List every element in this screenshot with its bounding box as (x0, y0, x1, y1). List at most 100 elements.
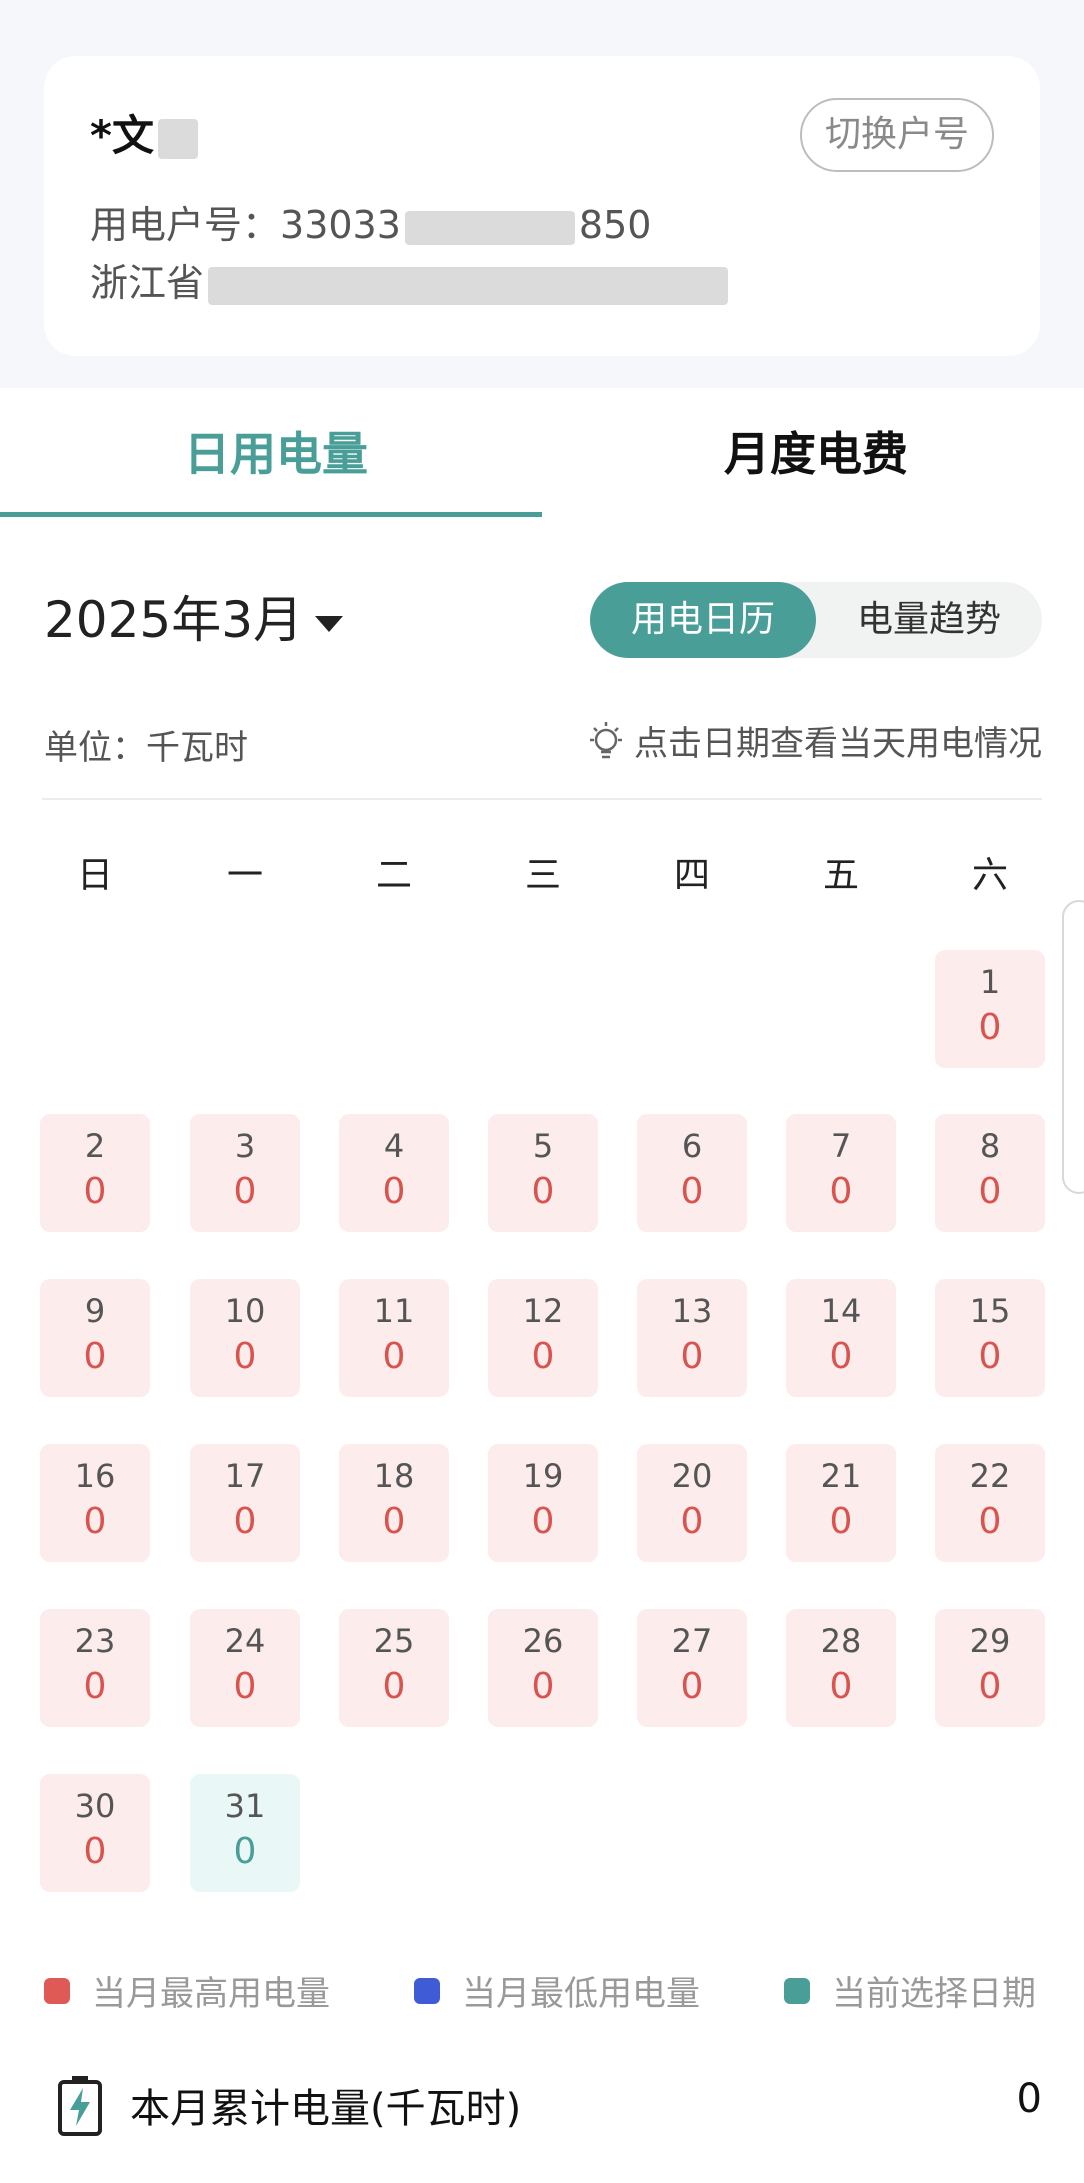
day-usage-value: 0 (829, 1171, 853, 1212)
legend-min-swatch (414, 1977, 440, 2004)
weekday-label: 四 (673, 855, 710, 896)
calendar-day[interactable]: 90 (40, 1279, 150, 1397)
battery-charging-icon (58, 2076, 102, 2136)
day-usage-value: 0 (382, 1501, 406, 1542)
legend-min: 当月最低用电量 (414, 1966, 700, 2015)
day-number: 17 (224, 1457, 266, 1495)
toggle-calendar[interactable]: 用电日历 (590, 582, 816, 658)
day-usage-value: 0 (531, 1171, 555, 1212)
calendar-day[interactable]: 80 (935, 1114, 1045, 1232)
day-number: 8 (979, 1127, 1001, 1165)
day-usage-value: 0 (978, 1171, 1002, 1212)
calendar-day[interactable]: 26 0 (488, 1609, 598, 1727)
legend-selected-label: 当前选择日期 (832, 1974, 1036, 2014)
calendar-day[interactable]: 50 (488, 1114, 598, 1232)
side-drawer-handle[interactable] (1062, 900, 1084, 1194)
calendar-day[interactable]: 17 0 (190, 1444, 300, 1562)
day-number: 4 (383, 1127, 405, 1165)
calendar-day[interactable]: 24 0 (190, 1609, 300, 1727)
weekday-label: 日 (76, 855, 113, 896)
calendar-day[interactable]: 31 0 (190, 1774, 300, 1892)
monthly-total-row: 本月累计电量(千瓦时) 0 (0, 2066, 1084, 2146)
calendar-day[interactable]: 21 0 (786, 1444, 896, 1562)
calendar-day[interactable]: 13 0 (637, 1279, 747, 1397)
legend-max-swatch (44, 1977, 70, 2004)
day-number: 9 (84, 1292, 106, 1330)
day-usage-value: 0 (680, 1666, 704, 1707)
account-name: *文 (90, 102, 198, 163)
day-usage-value: 0 (382, 1336, 406, 1377)
legend-min-label: 当月最低用电量 (462, 1974, 700, 2014)
day-number: 21 (820, 1457, 862, 1495)
tab-daily-usage[interactable]: 日用电量 (184, 418, 368, 484)
tab-monthly-bill[interactable]: 月度电费 (724, 418, 908, 484)
day-usage-value: 0 (83, 1336, 107, 1377)
day-number: 10 (224, 1292, 266, 1330)
toggle-trend[interactable]: 电量趋势 (816, 582, 1042, 658)
calendar-day[interactable]: 25 0 (339, 1609, 449, 1727)
month-selector[interactable]: 2025年3月 (44, 580, 344, 652)
calendar-day[interactable]: 15 0 (935, 1279, 1045, 1397)
day-number: 30 (74, 1787, 116, 1825)
tab-bar: 日用电量 月度电费 (0, 388, 1084, 520)
day-usage-value: 0 (233, 1336, 257, 1377)
day-usage-value: 0 (680, 1171, 704, 1212)
day-number: 1 (979, 963, 1001, 1001)
calendar-day[interactable]: 28 0 (786, 1609, 896, 1727)
hint-text: 点击日期查看当天用电情况 (634, 724, 1042, 764)
calendar-day[interactable]: 27 0 (637, 1609, 747, 1727)
calendar-day[interactable]: 19 0 (488, 1444, 598, 1562)
day-usage-value: 0 (531, 1501, 555, 1542)
day-usage-value: 0 (978, 1336, 1002, 1377)
day-usage-value: 0 (233, 1831, 257, 1872)
active-tab-indicator (0, 512, 542, 517)
day-usage-value: 0 (978, 1501, 1002, 1542)
day-number: 14 (820, 1292, 862, 1330)
day-number: 29 (969, 1622, 1011, 1660)
day-usage-value: 0 (233, 1666, 257, 1707)
lightbulb-icon (590, 721, 622, 758)
total-label: 本月累计电量(千瓦时) (130, 2086, 522, 2132)
day-usage-value: 0 (829, 1501, 853, 1542)
day-number: 15 (969, 1292, 1011, 1330)
calendar-day[interactable]: 70 (786, 1114, 896, 1232)
calendar-day[interactable]: 16 0 (40, 1444, 150, 1562)
day-usage-value: 0 (978, 1666, 1002, 1707)
day-number: 6 (681, 1127, 703, 1165)
calendar-day[interactable]: 12 0 (488, 1279, 598, 1397)
day-number: 31 (224, 1787, 266, 1825)
day-number: 19 (522, 1457, 564, 1495)
calendar-day[interactable]: 14 0 (786, 1279, 896, 1397)
day-number: 5 (532, 1127, 554, 1165)
calendar-day[interactable]: 22 0 (935, 1444, 1045, 1562)
caret-down-icon (315, 615, 344, 632)
day-number: 23 (74, 1622, 116, 1660)
calendar-day[interactable]: 29 0 (935, 1609, 1045, 1727)
calendar-day[interactable]: 20 (40, 1114, 150, 1232)
day-usage-value: 0 (829, 1666, 853, 1707)
day-number: 2 (84, 1127, 106, 1165)
day-number: 26 (522, 1622, 564, 1660)
day-usage-value: 0 (382, 1171, 406, 1212)
day-number: 11 (373, 1292, 415, 1330)
calendar-day[interactable]: 60 (637, 1114, 747, 1232)
day-usage-value: 0 (83, 1501, 107, 1542)
day-number: 3 (234, 1127, 256, 1165)
calendar-day[interactable]: 30 (190, 1114, 300, 1232)
calendar-day[interactable]: 30 0 (40, 1774, 150, 1892)
calendar-day[interactable]: 10 0 (190, 1279, 300, 1397)
calendar-day[interactable]: 23 0 (40, 1609, 150, 1727)
day-number: 7 (830, 1127, 852, 1165)
unit-label: 单位：千瓦时 (44, 728, 248, 768)
calendar-day[interactable]: 40 (339, 1114, 449, 1232)
hint: 点击日期查看当天用电情况 (586, 716, 1042, 765)
day-usage-value: 0 (680, 1336, 704, 1377)
calendar-day[interactable]: 18 0 (339, 1444, 449, 1562)
calendar-day[interactable]: 20 0 (637, 1444, 747, 1562)
day-usage-value: 0 (531, 1666, 555, 1707)
switch-account-button[interactable]: 切换户号 (800, 98, 994, 172)
day-number: 27 (671, 1622, 713, 1660)
calendar-day[interactable]: 11 0 (339, 1279, 449, 1397)
calendar-day[interactable]: 10 (935, 950, 1045, 1068)
day-usage-value: 0 (83, 1666, 107, 1707)
